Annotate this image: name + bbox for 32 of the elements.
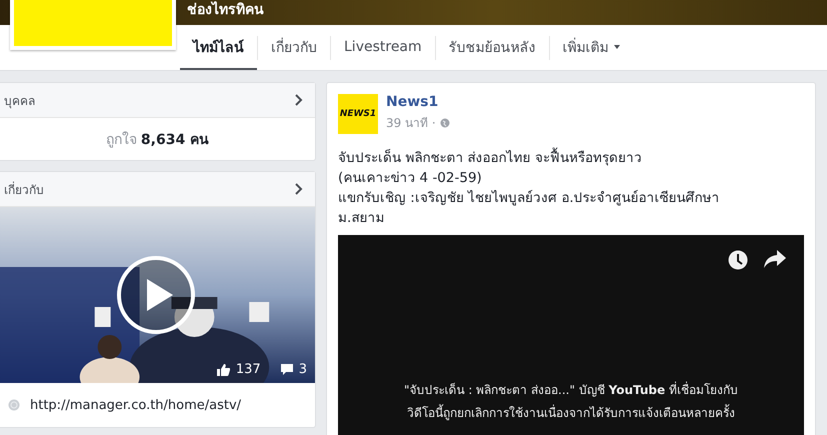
chevron-right-icon [295, 94, 303, 106]
comment-icon [280, 364, 293, 375]
likes-label: ถูกใจ [106, 130, 137, 150]
news-logo[interactable]: NEWS1 [338, 94, 378, 134]
author-name[interactable]: News1 [386, 94, 450, 110]
tab[interactable]: Livestream [331, 25, 435, 70]
video-notice-text: วิดีโอนี้ถูกยกเลิกการใช้งานเนื่องจากได้รับการแจ้งเตือนหลายครั้ง [406, 403, 736, 422]
post-text: จับประเด็น พลิกชะตา ส่งออกไทย จะฟื้นหรือทรุดยาว [338, 148, 804, 168]
post-text: (คนเคาะข่าว 4 -02-59) [338, 169, 483, 188]
likes-count: 8,634 คน [140, 131, 210, 150]
video-notice-text: "จับประเด็น : พลิกชะตา ส่งออ..." บัญชี YouTube ที่เชื่อมโยงกับ [403, 380, 739, 399]
page-title: ช่องไทรทิคน [187, 1, 264, 19]
globe-icon [8, 399, 20, 411]
globe-icon [440, 118, 450, 128]
website-link[interactable]: http://manager.co.th/home/astv/ [30, 398, 242, 412]
post-text: ม.สยาม [338, 209, 386, 228]
chevron-right-icon [295, 183, 303, 195]
card-title: เกี่ยวกับ [4, 180, 44, 198]
comment-count: 3 [298, 362, 307, 377]
thumbs-up-icon [216, 364, 230, 376]
tab[interactable]: เกี่ยวกับ [258, 25, 330, 70]
card-header[interactable]: บุคคล [0, 83, 315, 118]
card-header[interactable]: เกี่ยวกับ [0, 172, 315, 207]
share-icon[interactable] [764, 250, 786, 268]
card-title: บุคคล [4, 92, 35, 110]
tab[interactable]: เพิ่มเติม [550, 25, 633, 70]
post-text: แขกรับเชิญ :เจริญชัย ไชยไพบูลย์วงศ อ.ประจำศูนย์อาเซียนศึกษา [338, 189, 721, 208]
tab[interactable]: รับชมย้อนหลัง [436, 25, 549, 70]
play-icon[interactable] [116, 255, 196, 335]
video-player[interactable]: "จับประเด็น : พลิกชะตา ส่งออ..." บัญชี YouTube ที่เชื่อมโยงกับ วิดีโอนี้ถูกยกเลิกการใช้งานเนื่องจากได้รับการแจ้งเตือนหลายครั้ง [338, 235, 804, 435]
like-count: 137 [236, 362, 261, 377]
clock-icon[interactable] [728, 250, 748, 270]
